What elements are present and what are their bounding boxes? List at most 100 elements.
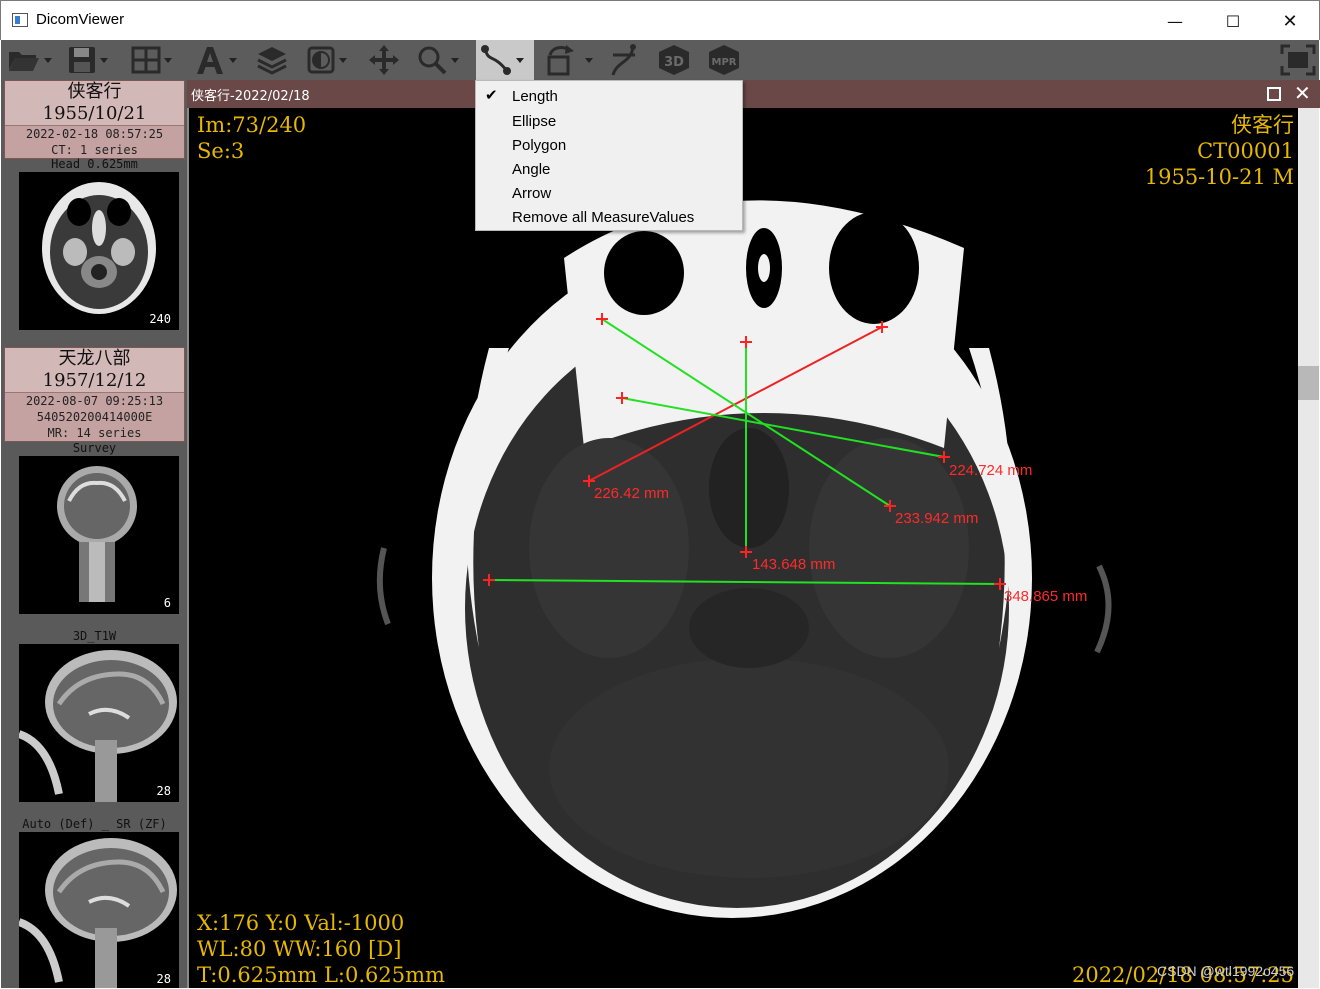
menu-item-remove-all[interactable]: Remove all MeasureValues <box>476 205 742 229</box>
study-series-count: CT: 1 series <box>51 143 138 157</box>
ct-axial-thumbnail-image <box>42 182 156 314</box>
viewer-close-icon[interactable]: ✕ <box>1294 81 1311 105</box>
menu-item-arrow[interactable]: Arrow <box>476 181 742 205</box>
window-level-readout: WL:80 WW:160 [D] <box>197 937 402 961</box>
measurement-label: 226.42 mm <box>594 485 670 502</box>
window-level-button[interactable] <box>306 40 347 80</box>
layout-grid-icon <box>131 46 161 74</box>
series-index: Se:3 <box>197 139 245 163</box>
menu-item-label: Remove all MeasureValues <box>512 209 695 226</box>
overlay-patient-id: CT00001 <box>1197 139 1294 163</box>
patient-name: 侠客行 <box>67 81 122 102</box>
study-info-block: 2022-08-07 09:25:13 540520200414000E MR:… <box>5 392 184 441</box>
mr-sagittal-thumbnail-image <box>19 838 177 988</box>
patient-list-panel: 侠客行 1955/10/21 2022-02-18 08:57:25 CT: 1… <box>1 80 187 988</box>
measure-button[interactable] <box>476 40 534 80</box>
mpr-button[interactable]: MPR <box>706 40 742 80</box>
patient-dob: 1955/10/21 <box>42 103 147 124</box>
series-label: Auto (Def) _ SR (ZF) <box>22 817 167 831</box>
chevron-down-icon <box>585 57 593 63</box>
maximize-button[interactable]: ☐ <box>1204 1 1262 41</box>
ct-axial-image <box>376 200 1112 918</box>
study-time: 2022-08-07 09:25:13 <box>25 394 164 408</box>
series-label: 3D_T1W <box>72 629 117 643</box>
chevron-down-icon <box>100 57 108 63</box>
vertical-scrollbar[interactable] <box>1298 108 1319 988</box>
overlay-top-right: 侠客行 CT00001 1955-10-21 M <box>1145 112 1294 190</box>
window-title: DicomViewer <box>36 11 125 28</box>
chevron-down-icon <box>44 57 52 63</box>
menu-item-angle[interactable]: Angle <box>476 157 742 181</box>
chevron-down-icon <box>229 57 237 63</box>
series-label: Head 0.625mm <box>51 157 138 171</box>
series-label: Survey <box>72 441 117 455</box>
menu-item-label: Polygon <box>512 137 567 154</box>
series-thumbnail[interactable]: 6 <box>19 456 179 614</box>
slice-thickness-readout: T:0.625mm L:0.625mm <box>197 963 445 987</box>
layers-icon <box>257 47 287 75</box>
study-time: 2022-02-18 08:57:25 <box>25 127 164 141</box>
series-thumbnail[interactable]: 28 <box>19 644 179 802</box>
scrollbar-thumb[interactable] <box>1298 366 1319 400</box>
3d-icon-label: 3D <box>664 55 684 70</box>
measure-dropdown-menu: ✔ Length Ellipse Polygon Angle Arrow Rem… <box>475 80 743 231</box>
toolbar: 3D MPR <box>1 40 1319 80</box>
series-thumbnail[interactable]: 240 <box>19 172 179 330</box>
mpr-icon-label: MPR <box>712 57 737 68</box>
window-level-icon <box>307 46 335 74</box>
annotation-text-icon <box>197 47 223 74</box>
3d-icon: 3D <box>659 45 689 75</box>
menu-item-label: Length <box>512 88 558 105</box>
pan-button[interactable] <box>367 40 401 80</box>
rotate-icon <box>547 45 574 76</box>
menu-item-label: Angle <box>512 161 551 178</box>
rotate-button[interactable] <box>544 40 593 80</box>
overlay-patient-name: 侠客行 <box>1231 113 1294 137</box>
save-button[interactable] <box>67 40 108 80</box>
annotation-button[interactable] <box>194 40 237 80</box>
series-image-count: 6 <box>163 596 171 610</box>
overlay-top-left: Im:73/240 Se:3 <box>197 112 306 164</box>
layout-button[interactable] <box>131 40 172 80</box>
zoom-icon <box>418 46 447 75</box>
app-icon <box>12 13 28 27</box>
open-folder-button[interactable] <box>7 40 52 80</box>
study-id: 540520200414000E <box>36 410 153 424</box>
chevron-down-icon <box>516 57 524 63</box>
curve-button[interactable] <box>607 40 641 80</box>
viewer-title: 侠客行-2022/02/18 <box>191 89 310 104</box>
image-viewport[interactable]: 226.42 mm 224.724 mm 233.942 mm 143.648 … <box>187 108 1298 988</box>
mr-sagittal-thumbnail-image <box>19 650 177 802</box>
measurement-label: 224.724 mm <box>949 462 1033 479</box>
menu-item-length[interactable]: ✔ Length <box>476 84 742 108</box>
viewer-maximize-icon[interactable] <box>1267 87 1281 101</box>
zoom-button[interactable] <box>416 40 459 80</box>
patient-card[interactable]: 侠客行 1955/10/21 2022-02-18 08:57:25 CT: 1… <box>4 80 185 159</box>
study-info-block: 2022-02-18 08:57:25 CT: 1 series <box>5 125 184 158</box>
save-icon <box>69 47 95 73</box>
study-series-count: MR: 14 series <box>47 426 142 440</box>
image-index: Im:73/240 <box>197 113 307 137</box>
menu-item-ellipse[interactable]: Ellipse <box>476 109 742 133</box>
close-button[interactable]: ✕ <box>1261 1 1319 41</box>
menu-item-polygon[interactable]: Polygon <box>476 133 742 157</box>
check-icon: ✔ <box>485 87 498 104</box>
mpr-icon: MPR <box>709 45 739 75</box>
layers-button[interactable] <box>256 40 288 80</box>
viewer-header: 侠客行-2022/02/18 ✕ <box>187 80 1320 108</box>
series-image-count: 28 <box>156 972 171 986</box>
series-thumbnail[interactable]: 28 <box>19 832 179 988</box>
3d-button[interactable]: 3D <box>656 40 692 80</box>
measurement-label: 233.942 mm <box>895 510 979 527</box>
title-bar: DicomViewer — ☐ ✕ <box>0 0 1320 40</box>
minimize-button[interactable]: — <box>1146 1 1204 41</box>
curve-icon <box>611 44 636 76</box>
chevron-down-icon <box>451 57 459 63</box>
patient-card[interactable]: 天龙八部 1957/12/12 2022-08-07 09:25:13 5405… <box>4 347 185 442</box>
fullscreen-button[interactable] <box>1280 40 1316 80</box>
overlay-bottom-left: X:176 Y:0 Val:-1000 WL:80 WW:160 [D] T:0… <box>197 910 445 988</box>
measure-icon <box>481 45 511 75</box>
mr-coronal-thumbnail-image <box>57 466 137 602</box>
measurement-label: 143.648 mm <box>752 556 836 573</box>
pan-icon <box>369 45 399 75</box>
